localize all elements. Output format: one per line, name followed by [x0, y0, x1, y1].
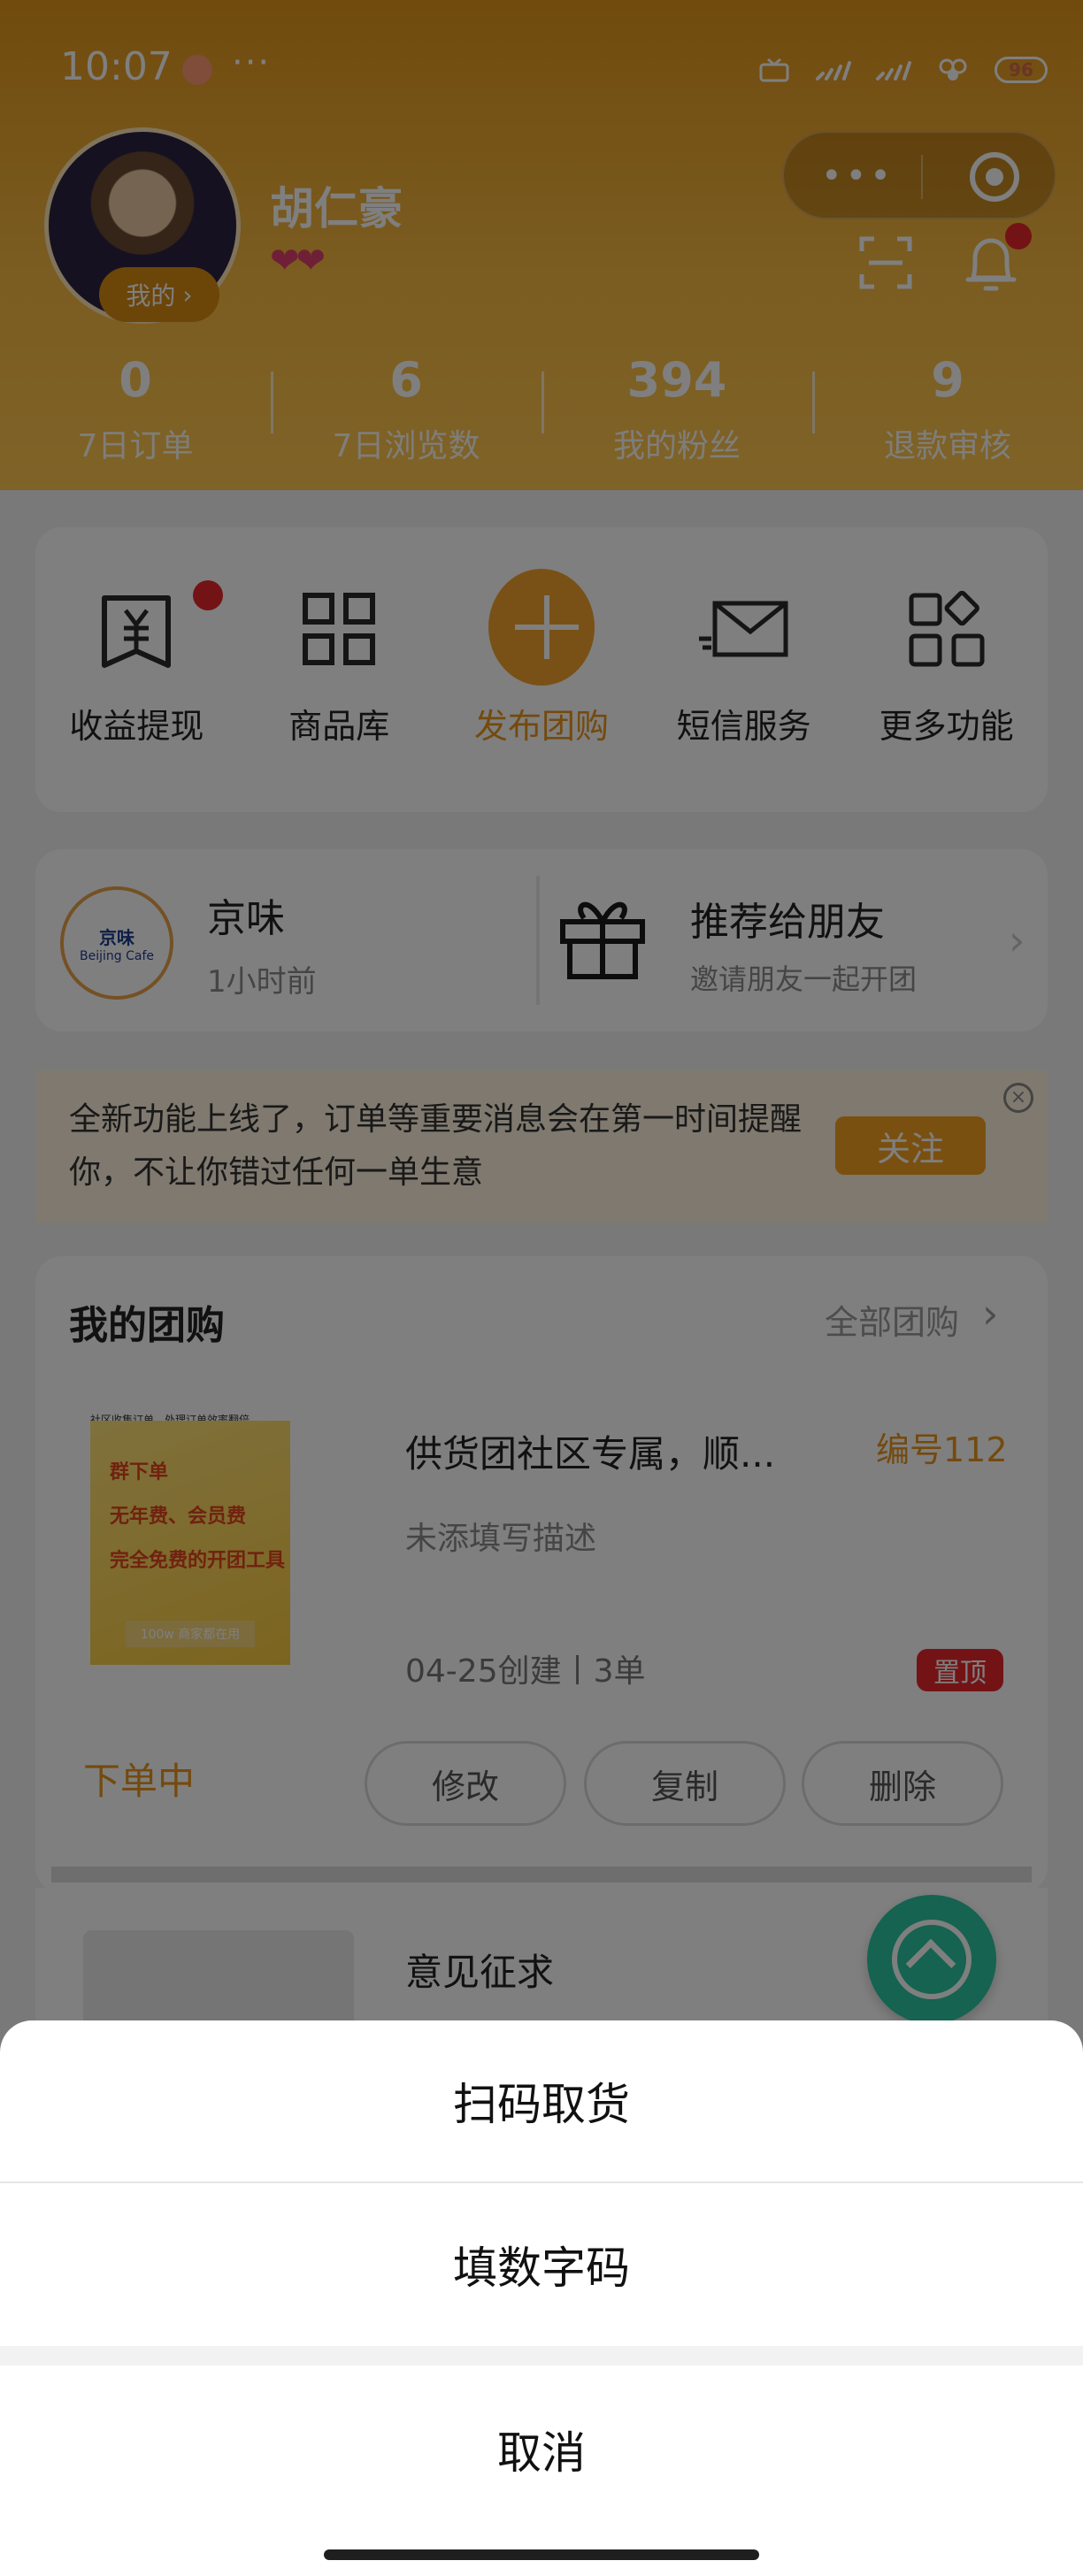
action-sheet: 扫码取货 填数字码 取消 — [0, 2020, 1083, 2576]
cancel-button[interactable]: 取消 — [0, 2365, 1083, 2534]
sheet-divider — [0, 2346, 1083, 2365]
enter-code-option[interactable]: 填数字码 — [0, 2183, 1083, 2346]
scan-pickup-option[interactable]: 扫码取货 — [0, 2020, 1083, 2183]
home-indicator[interactable] — [324, 2549, 759, 2560]
